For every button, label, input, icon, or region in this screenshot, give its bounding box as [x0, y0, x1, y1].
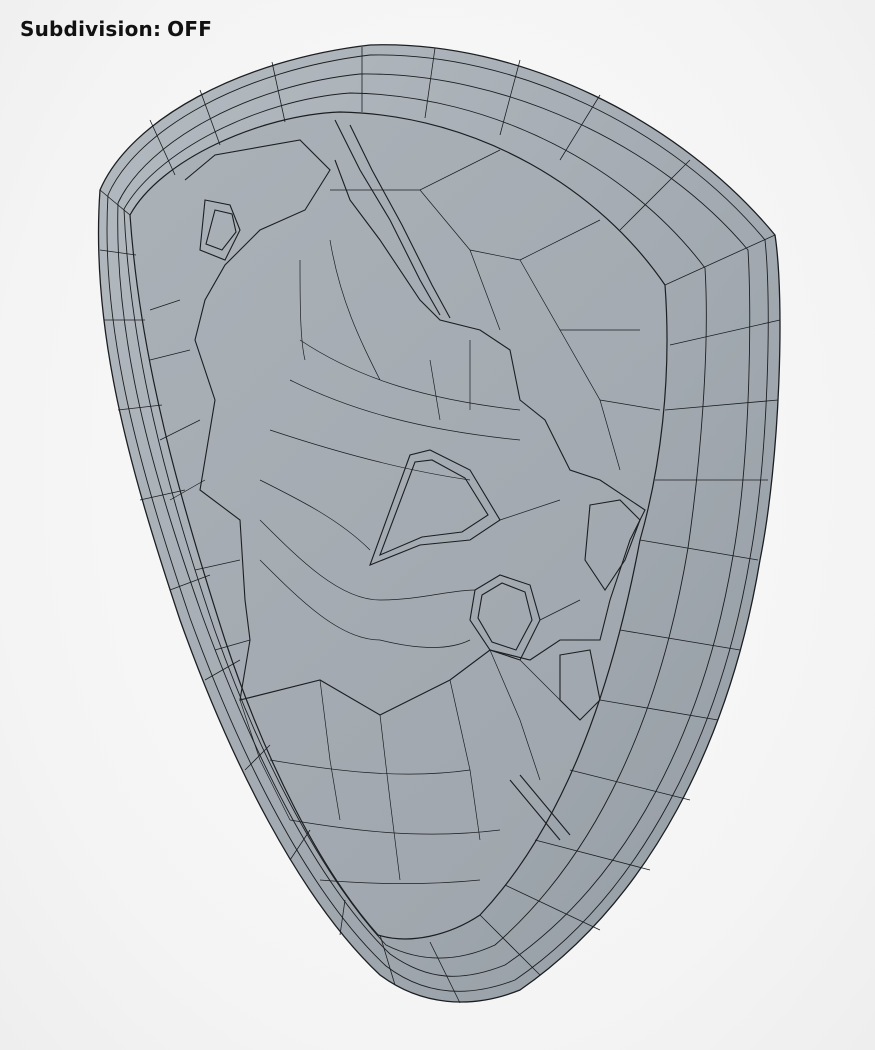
shield-wireframe-render [97, 44, 781, 1004]
3d-viewport[interactable]: Subdivision: OFF [0, 0, 875, 1050]
